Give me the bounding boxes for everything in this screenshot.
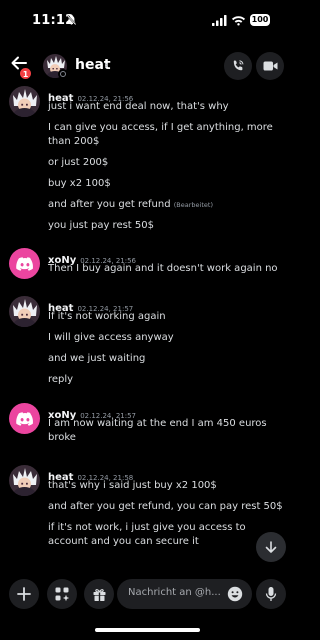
user-avatar[interactable] <box>9 296 40 327</box>
add-attachment-button[interactable] <box>9 579 39 609</box>
microphone-icon <box>265 587 277 601</box>
message-text[interactable]: just i want end deal now, that's why <box>48 100 288 114</box>
gift-icon <box>93 588 105 601</box>
message-text[interactable]: and after you get refund, you can pay re… <box>48 500 292 514</box>
plus-icon <box>17 587 31 601</box>
voice-message-button[interactable] <box>256 579 286 609</box>
status-bar: 11:12 100 <box>0 0 295 44</box>
user-avatar[interactable] <box>9 248 40 279</box>
jump-to-latest-button[interactable] <box>256 532 286 562</box>
video-call-button[interactable] <box>256 52 284 80</box>
user-avatar[interactable] <box>9 86 40 117</box>
apps-button[interactable] <box>47 579 77 609</box>
message-text[interactable]: and we just waiting <box>48 352 288 366</box>
chevron-right-icon[interactable]: › <box>104 58 109 72</box>
message-text[interactable]: If it's not working again <box>48 310 288 324</box>
anime-avatar-icon <box>9 465 40 496</box>
offline-status-icon <box>58 69 68 79</box>
video-camera-icon <box>263 61 277 71</box>
arrow-down-icon <box>265 541 277 553</box>
emoji-icon[interactable] <box>227 586 243 602</box>
unread-badge: 1 <box>19 67 32 80</box>
message-text[interactable]: you just pay rest 50$ <box>48 219 288 233</box>
discord-logo-icon <box>15 256 33 271</box>
message-text[interactable]: reply <box>48 373 288 387</box>
discord-logo-icon <box>15 411 33 426</box>
battery-indicator: 100 <box>250 14 270 26</box>
anime-avatar-icon <box>9 86 40 117</box>
message-composer: Nachricht an @h... <box>0 576 295 612</box>
message-input[interactable]: Nachricht an @h... <box>117 579 252 609</box>
message-text[interactable]: buy x2 100$ <box>48 177 288 191</box>
message-text-content: and after you get refund <box>48 199 171 210</box>
message-text[interactable]: that's why i said just buy x2 100$ <box>48 479 288 493</box>
message-text[interactable]: or just 200$ <box>48 156 288 170</box>
anime-avatar-icon <box>9 296 40 327</box>
gift-button[interactable] <box>84 579 114 609</box>
phone-icon <box>233 60 244 71</box>
message-text[interactable]: I can give you access, if I get anything… <box>48 121 288 149</box>
user-avatar[interactable] <box>9 465 40 496</box>
message-text[interactable]: I am now waiting at the end I am 450 eur… <box>48 417 288 445</box>
user-avatar[interactable] <box>9 403 40 434</box>
message-text[interactable]: I will give access anyway <box>48 331 288 345</box>
message-text[interactable]: Then I buy again and it doesn't work aga… <box>48 262 292 276</box>
home-indicator[interactable] <box>95 628 200 632</box>
message-text[interactable]: and after you get refund (Bearbeitet) <box>48 198 288 212</box>
apps-sparkle-icon <box>55 587 70 602</box>
signal-icon <box>212 15 227 26</box>
bell-off-icon <box>66 14 77 26</box>
message-text[interactable]: if it's not work, i just give you access… <box>48 521 248 549</box>
message-input-placeholder: Nachricht an @h... <box>128 587 221 598</box>
dm-header: 1 heat › <box>0 44 295 90</box>
wifi-icon <box>231 16 246 26</box>
edited-label: (Bearbeitet) <box>173 201 213 209</box>
voice-call-button[interactable] <box>224 52 252 80</box>
